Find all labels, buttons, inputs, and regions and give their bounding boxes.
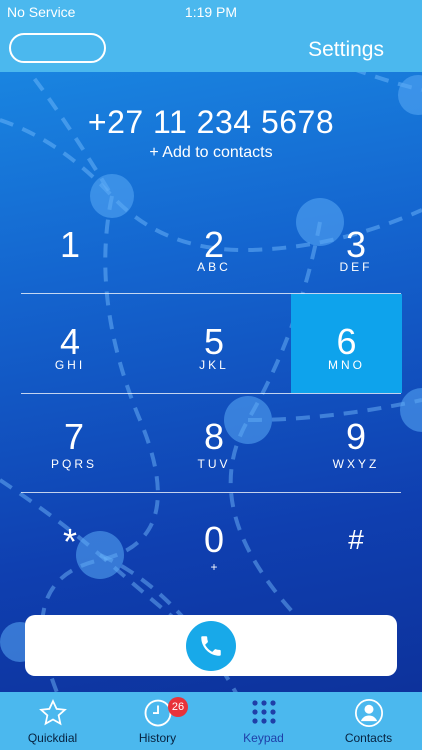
key-2[interactable]: 2 ABC <box>144 195 284 294</box>
key-letters: PQRS <box>50 457 97 471</box>
phone-icon <box>201 636 221 656</box>
tab-label: Contacts <box>344 731 393 745</box>
key-digit: 5 <box>203 321 225 362</box>
key-4[interactable]: 4 GHI <box>0 294 140 393</box>
dialed-number: +27 11 234 5678 <box>87 104 335 140</box>
key-hash[interactable]: # <box>286 494 422 593</box>
tab-label: History <box>138 731 177 745</box>
key-digit: 7 <box>63 416 85 457</box>
dialer-screen: No Service 1:19 PM Settings +27 11 234 5… <box>0 0 422 750</box>
key-digit: 3 <box>345 224 367 265</box>
key-digit: 6 <box>336 321 357 362</box>
add-to-contacts-link[interactable]: + Add to contacts <box>0 144 422 162</box>
header-left-button[interactable] <box>9 33 106 63</box>
key-digit: 0 <box>203 519 225 560</box>
key-letters: WXYZ <box>332 457 380 471</box>
key-digit: # <box>348 524 364 555</box>
tab-history[interactable]: History <box>105 692 210 750</box>
tab-keypad[interactable]: Keypad <box>211 692 316 750</box>
key-8[interactable]: 8 TUV <box>144 394 284 493</box>
contact-person-icon <box>354 699 383 727</box>
key-digit: 2 <box>203 224 225 265</box>
key-0[interactable]: 0 + <box>144 494 284 593</box>
tab-contacts[interactable]: Contacts <box>316 692 421 750</box>
tab-bar: Quickdial History Keypad Contacts <box>0 692 422 750</box>
key-digit: * <box>62 521 77 562</box>
history-badge: 26 <box>168 697 188 717</box>
key-digit: 4 <box>59 321 81 362</box>
star-icon <box>38 699 67 726</box>
key-7[interactable]: 7 PQRS <box>4 394 144 493</box>
key-letters: + <box>210 560 218 574</box>
key-6[interactable]: 6 MNO <box>291 294 402 393</box>
key-5[interactable]: 5 JKL <box>144 294 284 393</box>
key-letters: TUV <box>197 457 231 471</box>
key-letters: GHI <box>54 358 86 372</box>
key-9[interactable]: 9 WXYZ <box>286 394 422 493</box>
key-letters: ABC <box>197 260 231 274</box>
key-digit: 1 <box>59 224 81 265</box>
key-3[interactable]: 3 DEF <box>286 195 422 294</box>
key-letters: DEF <box>339 260 373 274</box>
key-letters: MNO <box>328 358 365 372</box>
key-star[interactable]: * <box>0 494 140 593</box>
tab-label: Keypad <box>243 731 284 745</box>
tab-quickdial[interactable]: Quickdial <box>0 692 105 750</box>
key-digit: 9 <box>345 416 367 457</box>
status-time: 1:19 PM <box>184 4 238 20</box>
settings-button[interactable]: Settings <box>308 38 384 62</box>
keypad-grid-icon <box>251 700 276 724</box>
key-digit: 8 <box>203 416 225 457</box>
call-button[interactable] <box>186 621 236 671</box>
row-divider <box>21 492 401 493</box>
key-letters: JKL <box>199 358 229 372</box>
tab-label: Quickdial <box>27 731 78 745</box>
key-1[interactable]: 1 <box>0 195 140 294</box>
